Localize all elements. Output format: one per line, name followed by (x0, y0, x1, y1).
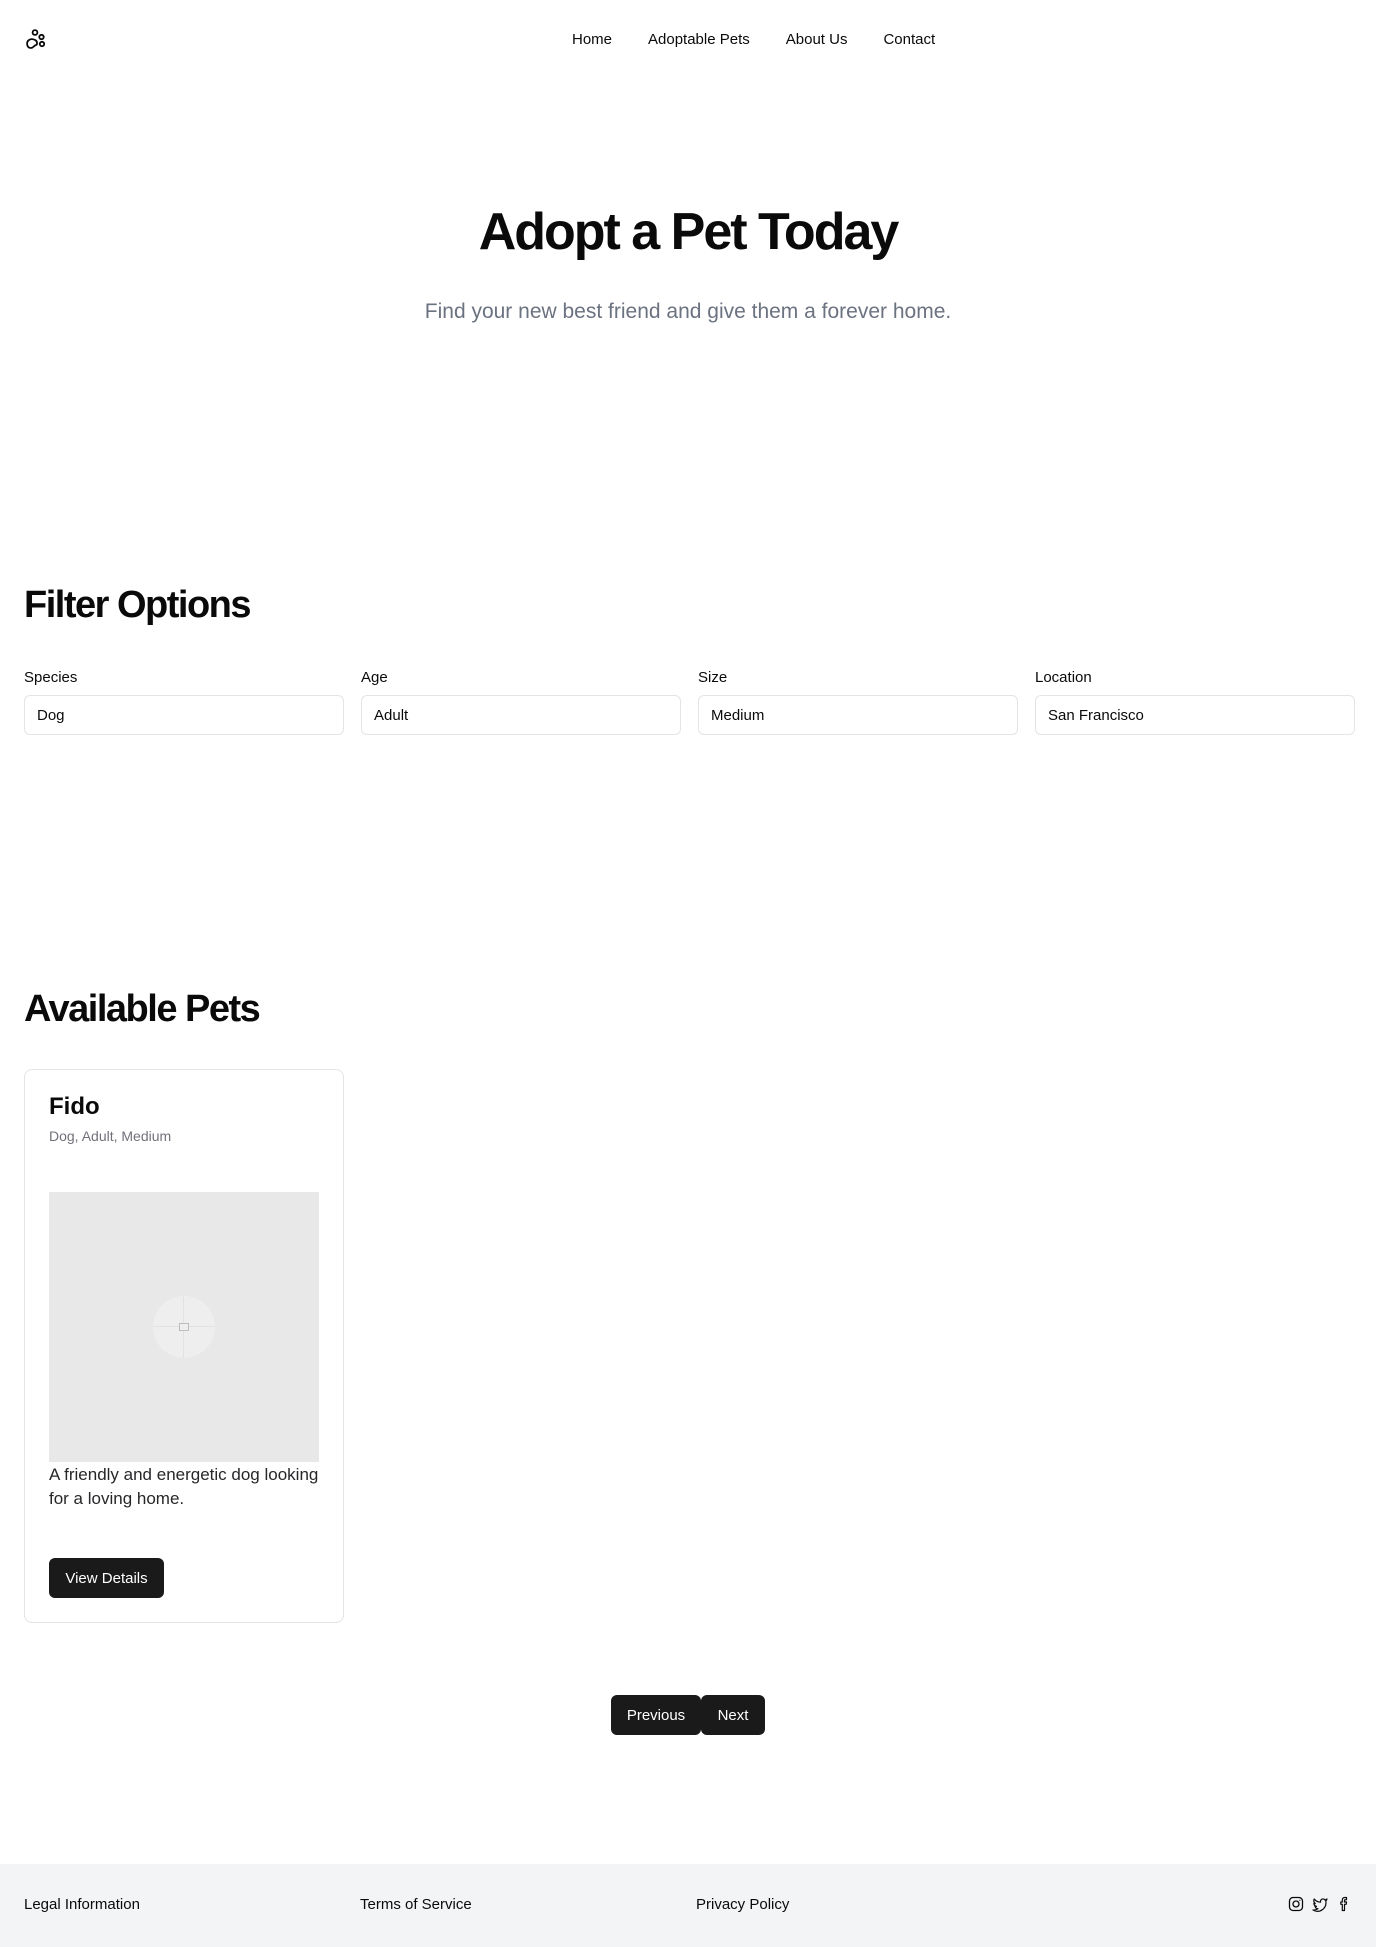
twitter-icon[interactable] (1312, 1896, 1328, 1912)
nav-adoptable-pets[interactable]: Adoptable Pets (648, 30, 750, 50)
hero-subtitle: Find your new best friend and give them … (424, 300, 952, 323)
filter-size: Size (698, 668, 1018, 735)
nav-about-us[interactable]: About Us (786, 30, 848, 50)
site-footer: Legal Information Terms of Service Priva… (0, 1864, 1376, 1947)
previous-button[interactable]: Previous (611, 1695, 701, 1735)
site-header: Home Adoptable Pets About Us Contact (0, 0, 1376, 80)
nav-home[interactable]: Home (572, 30, 612, 50)
filter-section-title: Filter Options (24, 584, 252, 626)
social-links (1288, 1896, 1352, 1912)
pet-description: A friendly and energetic dog looking for… (49, 1465, 319, 1508)
pets-section-title: Available Pets (24, 988, 261, 1030)
page: Home Adoptable Pets About Us Contact Ado… (0, 0, 1376, 1947)
pet-name: Fido (49, 1093, 100, 1120)
pet-image (49, 1192, 319, 1462)
filter-species: Species (24, 668, 344, 735)
filter-age: Age (361, 668, 681, 735)
footer-legal-link[interactable]: Legal Information (24, 1895, 140, 1915)
hero-title: Adopt a Pet Today (478, 203, 900, 261)
pet-card: Fido Dog, Adult, Medium A friendly and e… (24, 1069, 344, 1623)
facebook-icon[interactable] (1336, 1896, 1352, 1912)
instagram-icon[interactable] (1288, 1896, 1304, 1912)
filter-location: Location (1035, 668, 1355, 735)
footer-terms-link[interactable]: Terms of Service (360, 1895, 472, 1915)
view-details-button[interactable]: View Details (49, 1558, 164, 1598)
location-label: Location (1035, 669, 1092, 686)
next-button[interactable]: Next (701, 1695, 765, 1735)
filter-form: Species Age Size Location (24, 668, 1355, 735)
footer-privacy-link[interactable]: Privacy Policy (696, 1895, 789, 1915)
species-input[interactable] (24, 695, 344, 735)
pet-meta: Dog, Adult, Medium (49, 1128, 172, 1144)
paw-icon[interactable] (24, 28, 48, 52)
species-label: Species (24, 669, 78, 686)
age-label: Age (361, 669, 388, 686)
main-nav: Home Adoptable Pets About Us Contact (572, 30, 935, 50)
size-label: Size (698, 669, 728, 686)
size-input[interactable] (698, 695, 1018, 735)
nav-contact[interactable]: Contact (883, 30, 935, 50)
age-input[interactable] (361, 695, 681, 735)
pagination: Previous Next (611, 1695, 765, 1735)
location-input[interactable] (1035, 695, 1355, 735)
image-placeholder-icon (153, 1296, 215, 1358)
